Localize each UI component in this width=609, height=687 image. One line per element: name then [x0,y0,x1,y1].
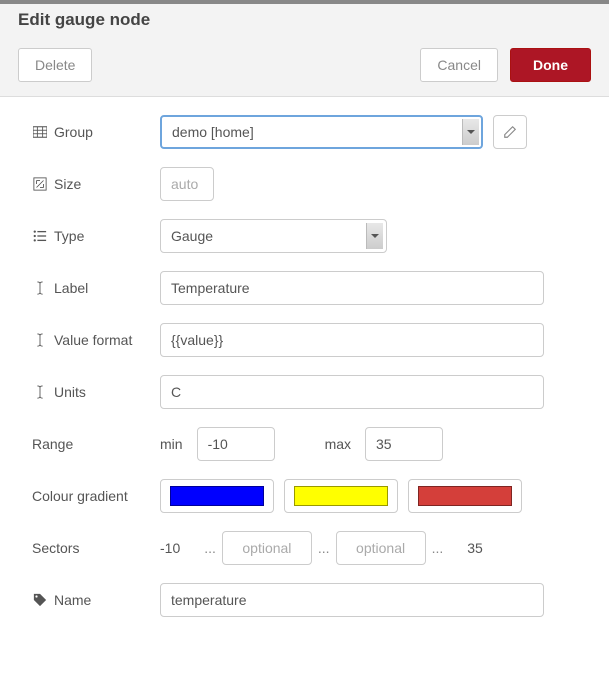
header-buttons: Delete Cancel Done [18,48,591,82]
label-group-text: Group [54,124,93,140]
list-icon [32,228,48,244]
label-colour-gradient: Colour gradient [32,488,160,504]
row-group: Group demo [home] [32,115,579,149]
label-size-text: Size [54,176,81,192]
name-input[interactable] [160,583,544,617]
label-units-text: Units [54,384,86,400]
size-input[interactable] [160,167,214,201]
colour-inner-2 [294,486,388,506]
label-value-format: Value format [32,332,160,348]
label-type-text: Type [54,228,84,244]
label-value-format-text: Value format [54,332,132,348]
dots-2: ... [318,540,330,556]
label-sectors: Sectors [32,540,160,556]
colour-inner-3 [418,486,512,506]
range-max-label: max [325,436,351,452]
colour-swatch-1[interactable] [160,479,274,513]
row-units: Units [32,375,579,409]
label-colour-gradient-text: Colour gradient [32,488,128,504]
value-format-input[interactable] [160,323,544,357]
label-label-text: Label [54,280,88,296]
row-colour-gradient: Colour gradient [32,479,579,513]
sector-end: 35 [467,540,483,556]
label-name: Name [32,592,160,608]
type-select[interactable]: Gauge [160,219,387,253]
sector-opt1-input[interactable] [222,531,312,565]
units-input[interactable] [160,375,544,409]
colour-swatch-3[interactable] [408,479,522,513]
label-input[interactable] [160,271,544,305]
resize-icon [32,176,48,192]
dots-3: ... [432,540,444,556]
dialog-title: Edit gauge node [18,10,591,30]
label-units: Units [32,384,160,400]
range-min-input[interactable] [197,427,275,461]
sector-start: -10 [160,540,180,556]
form: Group demo [home] Size [0,97,609,635]
row-type: Type Gauge [32,219,579,253]
text-cursor-icon [32,332,48,348]
edit-group-button[interactable] [493,115,527,149]
cancel-button[interactable]: Cancel [420,48,498,82]
row-label: Label [32,271,579,305]
tag-icon [32,592,48,608]
colour-inner-1 [170,486,264,506]
row-size: Size [32,167,579,201]
table-icon [32,124,48,140]
row-sectors: Sectors -10 ... ... ... 35 [32,531,579,565]
label-sectors-text: Sectors [32,540,79,556]
text-cursor-icon [32,384,48,400]
delete-button[interactable]: Delete [18,48,92,82]
dots-1: ... [204,540,216,556]
colour-swatch-2[interactable] [284,479,398,513]
pencil-icon [503,125,517,139]
label-name-text: Name [54,592,91,608]
label-label: Label [32,280,160,296]
label-group: Group [32,124,160,140]
range-max-input[interactable] [365,427,443,461]
label-type: Type [32,228,160,244]
text-cursor-icon [32,280,48,296]
label-range-text: Range [32,436,73,452]
label-size: Size [32,176,160,192]
dialog-header: Edit gauge node Delete Cancel Done [0,4,609,97]
range-min-label: min [160,436,183,452]
row-value-format: Value format [32,323,579,357]
done-button[interactable]: Done [510,48,591,82]
sector-opt2-input[interactable] [336,531,426,565]
group-select[interactable]: demo [home] [160,115,483,149]
row-range: Range min max [32,427,579,461]
label-range: Range [32,436,160,452]
row-name: Name [32,583,579,617]
